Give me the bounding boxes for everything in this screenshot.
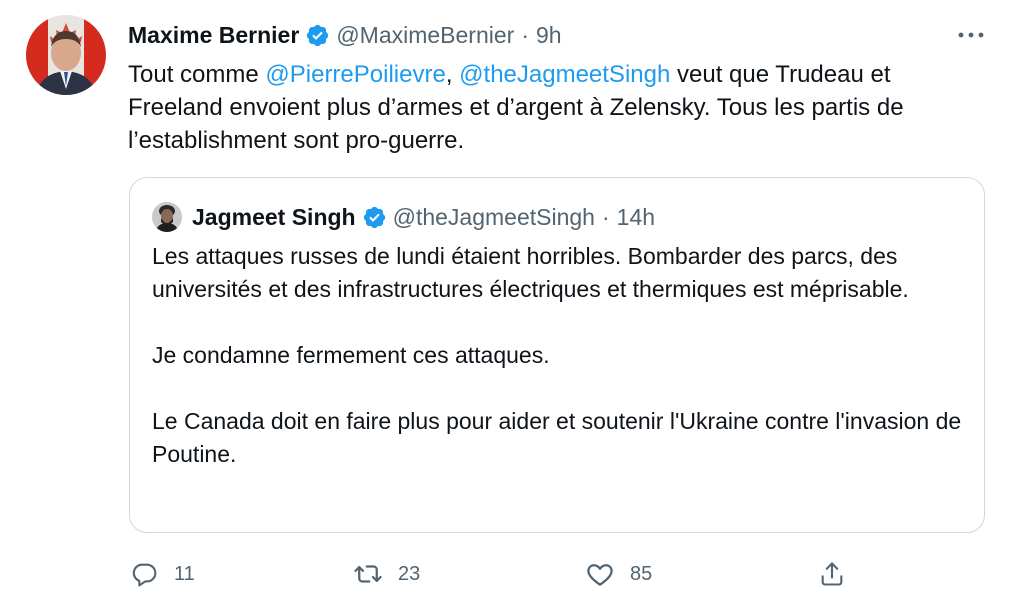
separator-dot: · [601, 203, 610, 230]
tweet-text-part: , [445, 61, 460, 88]
author-name[interactable]: Maxime Bernier [128, 22, 299, 49]
action-bar: 11 23 85 [128, 556, 858, 592]
tweet-text: Tout comme @PierrePoilievre, @theJagmeet… [128, 58, 988, 157]
quoted-paragraph: Les attaques russes de lundi étaient hor… [152, 243, 909, 302]
tweet-time[interactable]: 9h [536, 22, 562, 49]
verified-badge-icon [362, 205, 387, 230]
quoted-tweet-text: Les attaques russes de lundi étaient hor… [152, 240, 962, 471]
like-count: 85 [630, 562, 653, 585]
retweet-icon [352, 558, 384, 590]
tweet-text-part: Tout comme [128, 61, 266, 88]
share-button[interactable] [816, 556, 862, 592]
author-avatar[interactable] [26, 15, 106, 95]
retweet-button[interactable]: 23 [352, 556, 420, 592]
reply-count: 11 [174, 562, 195, 585]
separator-dot: · [521, 21, 529, 48]
like-icon [584, 558, 616, 590]
reply-button[interactable]: 11 [128, 556, 195, 592]
like-button[interactable]: 85 [584, 556, 652, 592]
quoted-author-handle[interactable]: @theJagmeetSingh [393, 204, 595, 231]
more-icon[interactable] [956, 22, 986, 48]
retweet-count: 23 [398, 562, 421, 585]
quoted-author-name[interactable]: Jagmeet Singh [192, 204, 356, 231]
share-icon [816, 558, 848, 590]
quoted-tweet-header: Jagmeet Singh @theJagmeetSingh · 14h [152, 202, 655, 232]
quoted-author-avatar[interactable] [152, 202, 182, 232]
quoted-tweet-time[interactable]: 14h [617, 204, 655, 231]
author-handle[interactable]: @MaximeBernier [336, 22, 514, 49]
reply-icon [128, 558, 160, 590]
mention-link[interactable]: @theJagmeetSingh [459, 61, 670, 88]
verified-badge-icon [305, 23, 330, 48]
tweet-header: Maxime Bernier @MaximeBernier · 9h [128, 19, 562, 51]
quoted-paragraph: Le Canada doit en faire plus pour aider … [152, 408, 962, 467]
mention-link[interactable]: @PierrePoilievre [265, 61, 445, 88]
quoted-paragraph: Je condamne fermement ces attaques. [152, 342, 550, 368]
quoted-tweet[interactable]: Jagmeet Singh @theJagmeetSingh · 14h Les… [129, 177, 985, 533]
